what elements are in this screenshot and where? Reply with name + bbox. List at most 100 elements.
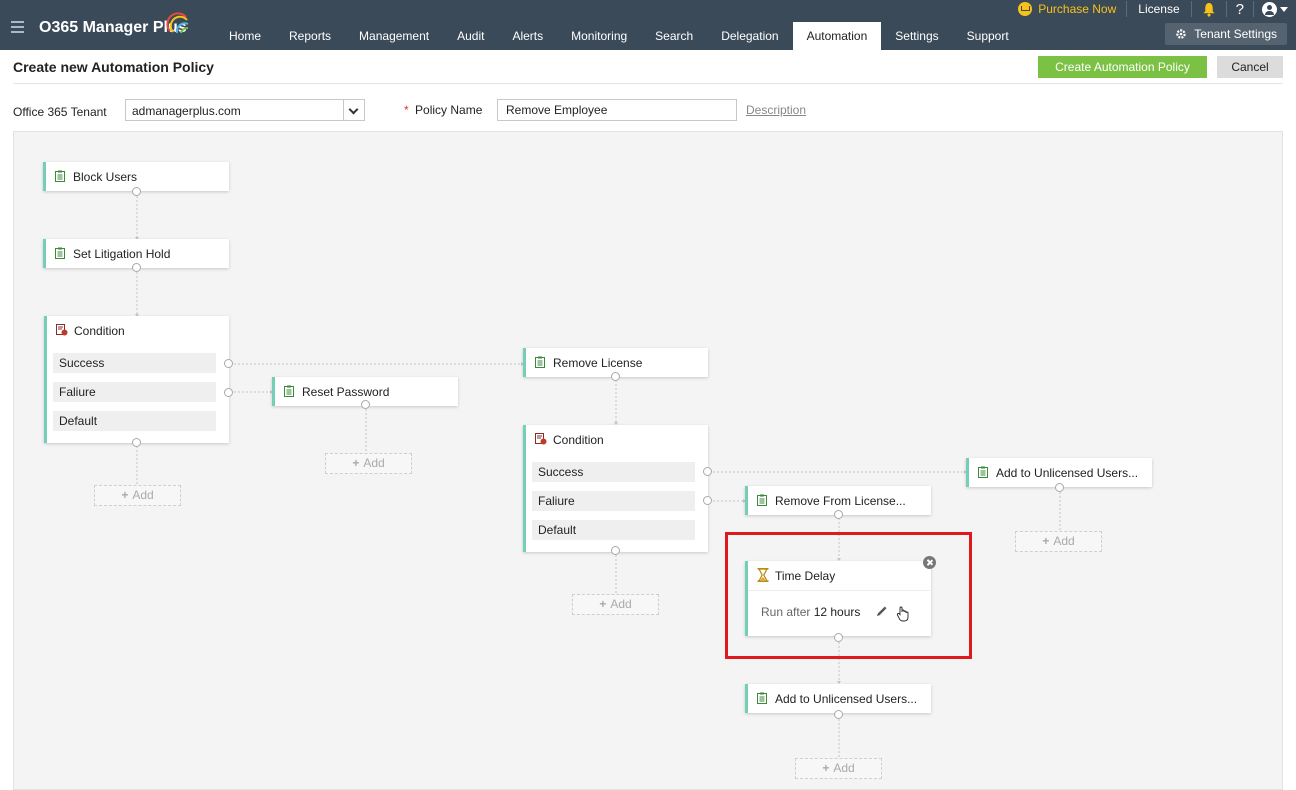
add-step-button[interactable]: + Add <box>94 485 181 506</box>
connector-port[interactable] <box>224 359 233 368</box>
add-label: Add <box>833 761 855 775</box>
add-label: Add <box>132 488 154 502</box>
tenant-select[interactable]: admanagerplus.com <box>125 99 365 121</box>
connector-port[interactable] <box>132 438 141 447</box>
nav-management[interactable]: Management <box>345 22 443 50</box>
hamburger-icon[interactable] <box>11 21 24 33</box>
connector-port[interactable] <box>703 467 712 476</box>
nav-reports[interactable]: Reports <box>275 22 345 50</box>
plus-icon: + <box>822 761 830 775</box>
app-name: O365 Manager Plus <box>39 19 187 36</box>
connector-port[interactable] <box>611 546 620 555</box>
condition-title: Condition <box>553 433 604 447</box>
divider <box>13 83 1283 84</box>
node-label: Remove From License... <box>775 494 906 508</box>
description-link[interactable]: Description <box>746 103 806 117</box>
node-label: Add to Unlicensed Users... <box>996 466 1139 480</box>
edit-pencil-icon[interactable] <box>876 606 887 617</box>
time-delay-node[interactable]: Time Delay Run after 12 hours <box>745 561 931 636</box>
help-icon[interactable]: ? <box>1227 1 1253 18</box>
nav-settings[interactable]: Settings <box>881 22 952 50</box>
gear-icon <box>1176 29 1186 39</box>
action-doc-icon <box>535 356 545 368</box>
required-marker: * <box>404 103 409 117</box>
hourglass-icon <box>757 568 769 582</box>
add-label: Add <box>610 597 632 611</box>
add-step-button[interactable]: + Add <box>1015 531 1102 552</box>
tenant-settings-label: Tenant Settings <box>1194 27 1277 41</box>
divider <box>1190 1 1192 17</box>
nav-audit[interactable]: Audit <box>443 22 498 50</box>
nav-search[interactable]: Search <box>641 22 707 50</box>
connector-port[interactable] <box>224 388 233 397</box>
plus-icon: + <box>599 597 607 611</box>
plus-icon: + <box>1042 534 1050 548</box>
run-after-text: Run after 12 hours <box>761 605 860 619</box>
branch-failure[interactable]: Faliure <box>532 491 695 511</box>
top-bar: O365 Manager Plus Home Reports Managemen… <box>0 0 1296 50</box>
nav-home[interactable]: Home <box>215 22 275 50</box>
condition-icon <box>56 324 68 336</box>
branch-failure[interactable]: Faliure <box>53 382 216 402</box>
nav-alerts[interactable]: Alerts <box>498 22 557 50</box>
purchase-now-label: Purchase Now <box>1038 2 1117 16</box>
node-label: Remove License <box>553 356 643 370</box>
plus-icon: + <box>352 456 360 470</box>
action-doc-icon <box>55 247 65 259</box>
add-step-button[interactable]: + Add <box>325 453 412 474</box>
nav-support[interactable]: Support <box>953 22 1023 50</box>
connector-port[interactable] <box>703 496 712 505</box>
dropdown-caret-icon[interactable] <box>343 100 364 120</box>
page-title: Create new Automation Policy <box>13 59 214 75</box>
node-label: Set Litigation Hold <box>73 247 171 261</box>
user-menu[interactable] <box>1254 1 1288 17</box>
condition-node-1[interactable]: Condition Success Faliure Default <box>44 316 229 443</box>
license-link[interactable]: License <box>1127 2 1190 16</box>
action-doc-icon <box>978 466 988 478</box>
cart-icon <box>1018 2 1033 16</box>
action-node-add-unlicensed-2[interactable]: Add to Unlicensed Users... <box>745 684 931 713</box>
condition-icon <box>535 433 547 445</box>
connector-port[interactable] <box>834 633 843 642</box>
bell-icon[interactable] <box>1201 2 1217 17</box>
add-step-button[interactable]: + Add <box>795 758 882 779</box>
plus-icon: + <box>121 488 129 502</box>
divider <box>748 590 930 591</box>
connector-port[interactable] <box>611 372 620 381</box>
connector-port[interactable] <box>132 187 141 196</box>
cancel-button[interactable]: Cancel <box>1217 56 1283 78</box>
app-logo[interactable]: O365 Manager Plus <box>39 19 187 37</box>
nav-delegation[interactable]: Delegation <box>707 22 792 50</box>
run-after-label: Run after <box>761 605 811 619</box>
connector-port[interactable] <box>834 510 843 519</box>
tenant-select-value: admanagerplus.com <box>132 104 241 118</box>
branch-default[interactable]: Default <box>532 520 695 540</box>
create-policy-button[interactable]: Create Automation Policy <box>1038 56 1207 78</box>
policy-name-label: Policy Name <box>415 103 483 117</box>
branch-success[interactable]: Success <box>53 353 216 373</box>
add-label: Add <box>363 456 385 470</box>
nav-monitoring[interactable]: Monitoring <box>557 22 641 50</box>
add-step-button[interactable]: + Add <box>572 594 659 615</box>
connector-port[interactable] <box>361 400 370 409</box>
node-label: Add to Unlicensed Users... <box>775 692 918 706</box>
policy-name-label-wrap: * Policy Name <box>404 103 482 117</box>
connector-port[interactable] <box>834 710 843 719</box>
run-after-value: 12 hours <box>813 605 861 619</box>
purchase-now-link[interactable]: Purchase Now <box>1018 2 1126 16</box>
connector-port[interactable] <box>1055 483 1064 492</box>
main-nav: Home Reports Management Audit Alerts Mon… <box>215 22 1023 50</box>
user-icon <box>1262 1 1277 17</box>
condition-node-2[interactable]: Condition Success Faliure Default <box>523 425 708 552</box>
tenant-label: Office 365 Tenant <box>13 105 107 119</box>
policy-name-input[interactable] <box>497 99 737 121</box>
tenant-settings-button[interactable]: Tenant Settings <box>1165 23 1287 45</box>
branch-success[interactable]: Success <box>532 462 695 482</box>
condition-title: Condition <box>74 324 125 338</box>
close-icon[interactable] <box>923 556 936 569</box>
branch-default[interactable]: Default <box>53 411 216 431</box>
node-label: Block Users <box>73 170 138 184</box>
nav-automation[interactable]: Automation <box>792 22 882 50</box>
action-doc-icon <box>55 170 65 182</box>
connector-port[interactable] <box>132 263 141 272</box>
